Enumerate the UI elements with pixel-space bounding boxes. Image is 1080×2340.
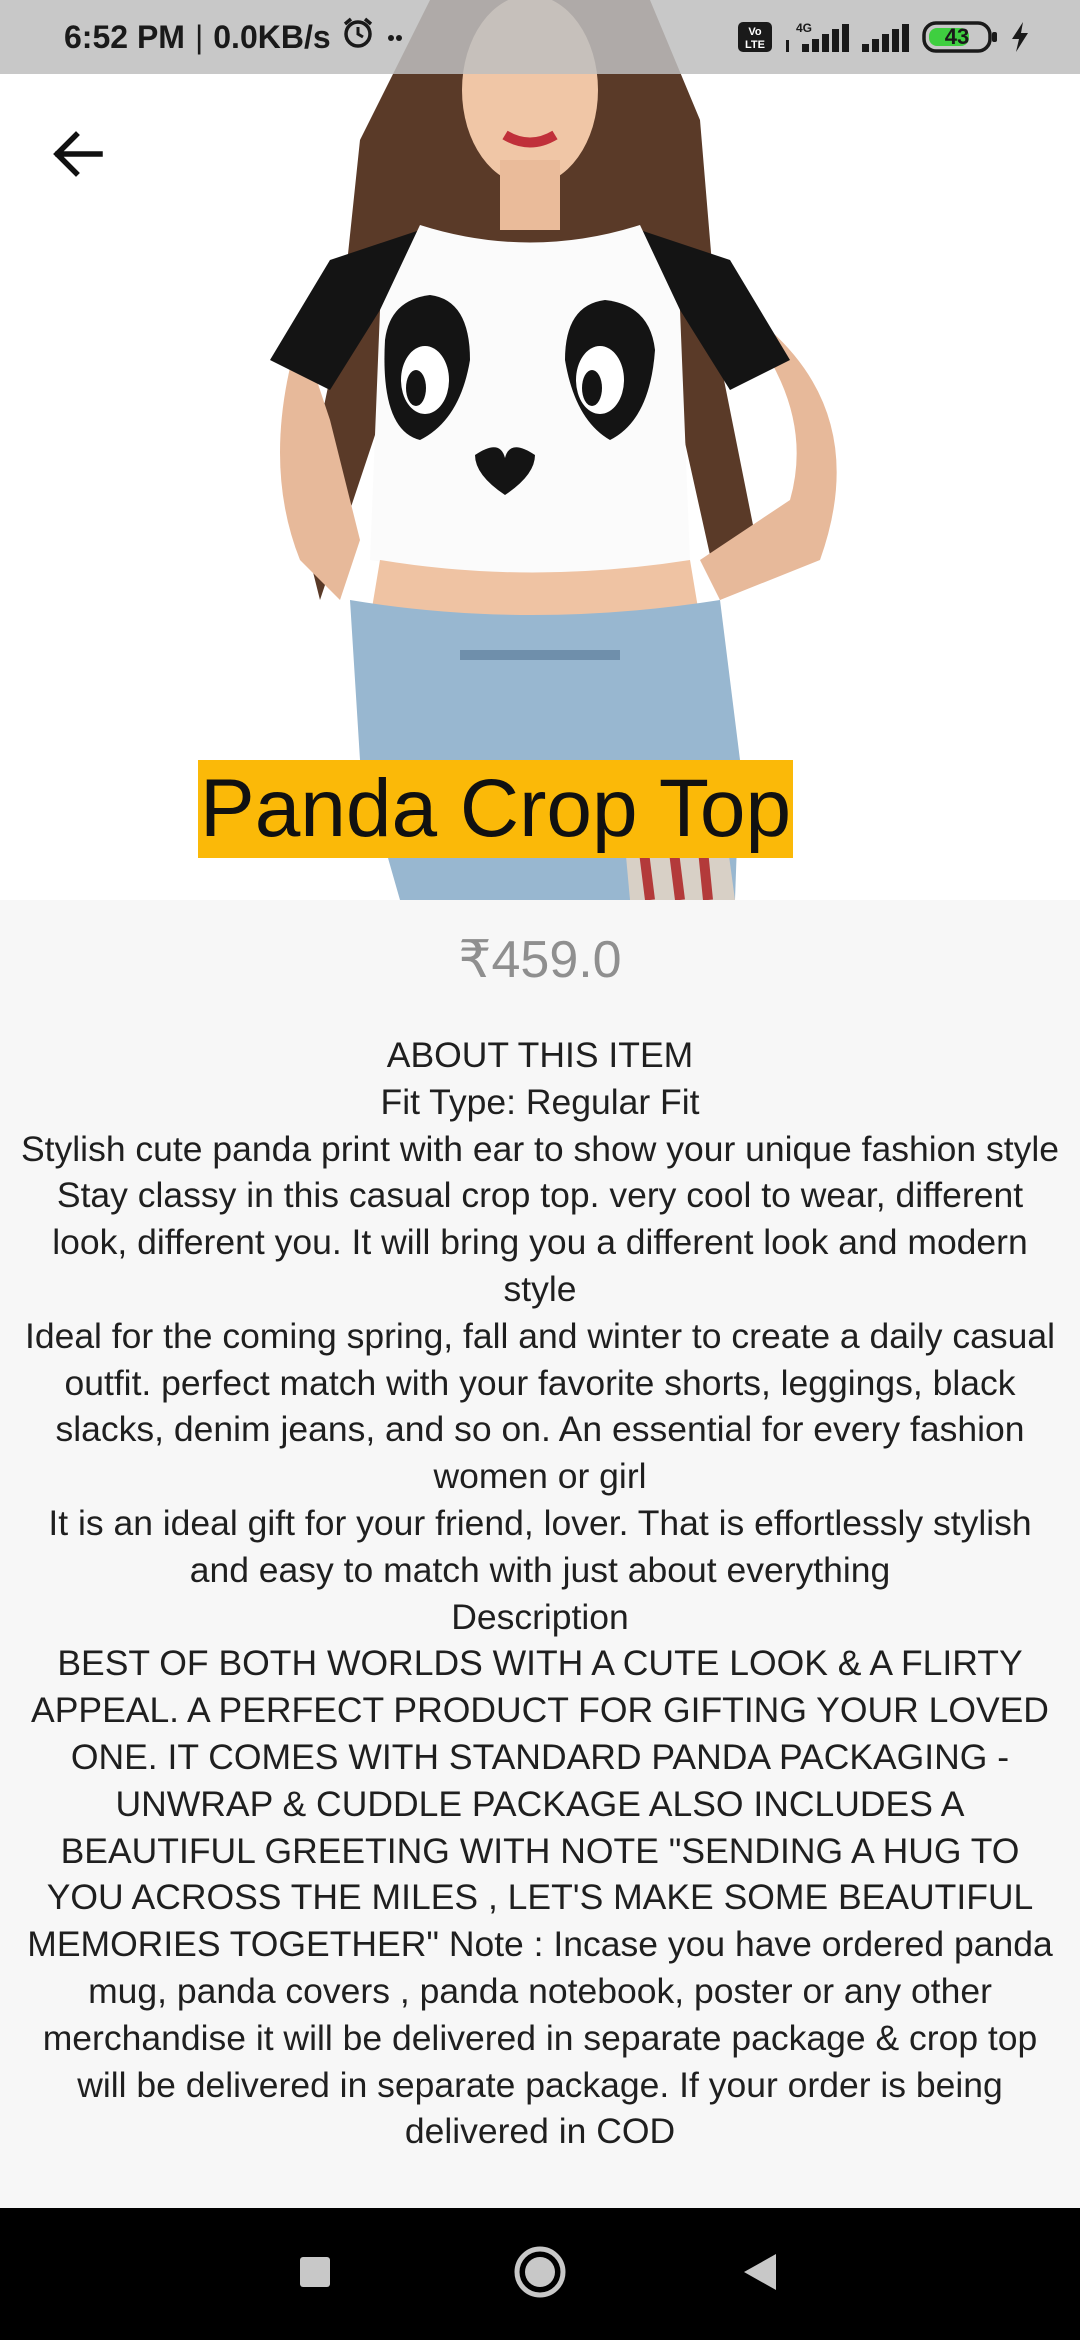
signal-4g-icon: 4G [784,20,850,54]
signal-icon [862,20,910,54]
battery-icon: 43 [922,20,998,54]
description-line: Stylish cute panda print with ear to sho… [21,1128,1059,1169]
navigation-bar [0,2208,1080,2340]
nav-home-button[interactable] [480,2208,600,2340]
description-line: Description [451,1596,629,1637]
notification-dots-icon [385,19,405,56]
alarm-icon [341,16,375,58]
square-icon [298,2255,332,2294]
circle-icon [513,2245,567,2304]
description-line: It is an ideal gift for your friend, lov… [48,1502,1032,1590]
arrow-left-icon [52,130,104,183]
svg-text:LTE: LTE [745,39,765,51]
nav-back-button[interactable] [700,2208,820,2340]
battery-level: 43 [944,24,970,49]
lightning-icon [1010,21,1030,53]
status-time: 6:52 PM [64,18,185,55]
back-button[interactable] [40,118,116,194]
description-line: BEST OF BOTH WORLDS WITH A CUTE LOOK & A… [27,1643,1053,2152]
description-line: Stay classy in this casual crop top. ver… [52,1175,1028,1309]
svg-text:4G: 4G [796,21,812,35]
volte-icon: Vo LTE [738,22,772,52]
svg-text:Vo: Vo [748,26,762,38]
status-bar: 6:52 PM | 0.0KB/s Vo LTE 4G 43 [0,0,1080,74]
description-line: ABOUT THIS ITEM [386,1035,694,1075]
product-description: ABOUT THIS ITEM Fit Type: Regular Fit St… [20,1032,1060,2207]
triangle-icon [742,2252,778,2297]
description-line: Ideal for the coming spring, fall and wi… [24,1315,1056,1497]
description-line: Fit Type: Regular Fit [380,1081,700,1122]
product-title: Panda Crop Top [198,760,794,858]
nav-recents-button[interactable] [255,2208,375,2340]
status-separator: | [194,18,204,55]
status-net-speed: 0.0KB/s [213,18,331,55]
product-price: ₹459.0 [458,931,622,989]
status-left: 6:52 PM | 0.0KB/s [64,16,405,58]
status-right: Vo LTE 4G 43 [738,20,1030,54]
